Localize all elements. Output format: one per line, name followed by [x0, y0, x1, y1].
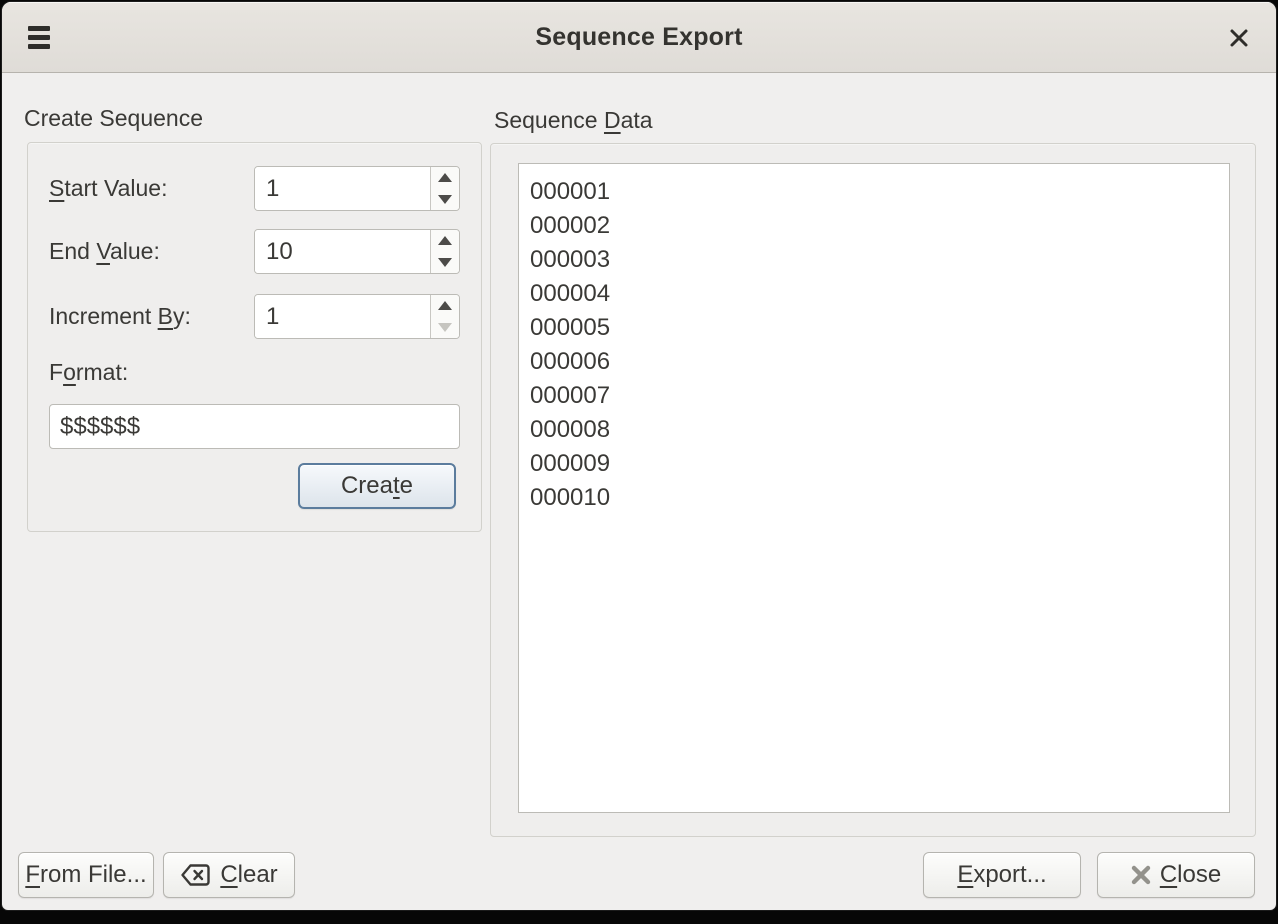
end-value-spin-down[interactable] — [431, 252, 459, 274]
arrow-down-icon — [438, 195, 452, 204]
create-button-label: Create — [341, 472, 413, 500]
sequence-export-dialog: Sequence Export Create Sequence Start Va… — [2, 2, 1276, 910]
list-item[interactable]: 000008 — [519, 413, 1229, 447]
arrow-up-icon — [438, 236, 452, 245]
export-button-label: Export... — [957, 861, 1046, 889]
close-button[interactable]: Close — [1097, 852, 1255, 898]
list-item[interactable]: 000001 — [519, 175, 1229, 209]
list-item[interactable]: 000005 — [519, 311, 1229, 345]
format-input[interactable] — [49, 404, 460, 449]
start-value-spin-up[interactable] — [431, 167, 459, 189]
increment-by-spinner — [254, 294, 460, 339]
window-close-button[interactable] — [1226, 25, 1252, 51]
arrow-down-icon — [438, 258, 452, 267]
end-value-label: End Value: — [49, 238, 160, 265]
close-icon — [1228, 27, 1250, 49]
from-file-button-label: From File... — [25, 861, 146, 889]
increment-by-input[interactable] — [255, 295, 430, 338]
create-button[interactable]: Create — [298, 463, 456, 509]
start-value-input[interactable] — [255, 167, 430, 210]
start-value-spin-down[interactable] — [431, 189, 459, 211]
start-value-spinner — [254, 166, 460, 211]
end-value-spin-up[interactable] — [431, 230, 459, 252]
end-value-row: End Value: — [49, 229, 460, 274]
close-button-label: Close — [1160, 861, 1221, 889]
window-title: Sequence Export — [2, 23, 1276, 52]
increment-by-spin-up[interactable] — [431, 295, 459, 317]
clear-button[interactable]: Clear — [163, 852, 295, 898]
close-x-icon — [1131, 865, 1151, 885]
arrow-down-icon — [438, 323, 452, 332]
list-item[interactable]: 000007 — [519, 379, 1229, 413]
format-label: Format: — [49, 359, 128, 386]
list-item[interactable]: 000004 — [519, 277, 1229, 311]
list-item[interactable]: 000010 — [519, 481, 1229, 515]
list-item[interactable]: 000009 — [519, 447, 1229, 481]
hamburger-icon — [28, 26, 50, 31]
sequence-data-groupbox: 0000010000020000030000040000050000060000… — [490, 143, 1256, 837]
increment-by-row: Increment By: — [49, 294, 460, 339]
end-value-input[interactable] — [255, 230, 430, 273]
create-sequence-group-label: Create Sequence — [24, 105, 203, 132]
start-value-row: Start Value: — [49, 166, 460, 211]
end-value-spinner — [254, 229, 460, 274]
list-item[interactable]: 000006 — [519, 345, 1229, 379]
export-button[interactable]: Export... — [923, 852, 1081, 898]
increment-by-label: Increment By: — [49, 303, 191, 330]
menu-button[interactable] — [28, 26, 52, 49]
backspace-icon — [180, 863, 211, 887]
create-sequence-groupbox: Start Value: End Value: Increment By: — [27, 142, 482, 532]
sequence-data-group-label: Sequence Data — [494, 107, 653, 134]
sequence-data-list[interactable]: 0000010000020000030000040000050000060000… — [518, 163, 1230, 813]
list-item[interactable]: 000002 — [519, 209, 1229, 243]
increment-by-spin-down[interactable] — [431, 317, 459, 339]
from-file-button[interactable]: From File... — [18, 852, 154, 898]
arrow-up-icon — [438, 301, 452, 310]
list-item[interactable]: 000003 — [519, 243, 1229, 277]
titlebar: Sequence Export — [2, 2, 1276, 73]
start-value-label: Start Value: — [49, 175, 167, 202]
clear-button-label: Clear — [220, 861, 277, 889]
arrow-up-icon — [438, 173, 452, 182]
